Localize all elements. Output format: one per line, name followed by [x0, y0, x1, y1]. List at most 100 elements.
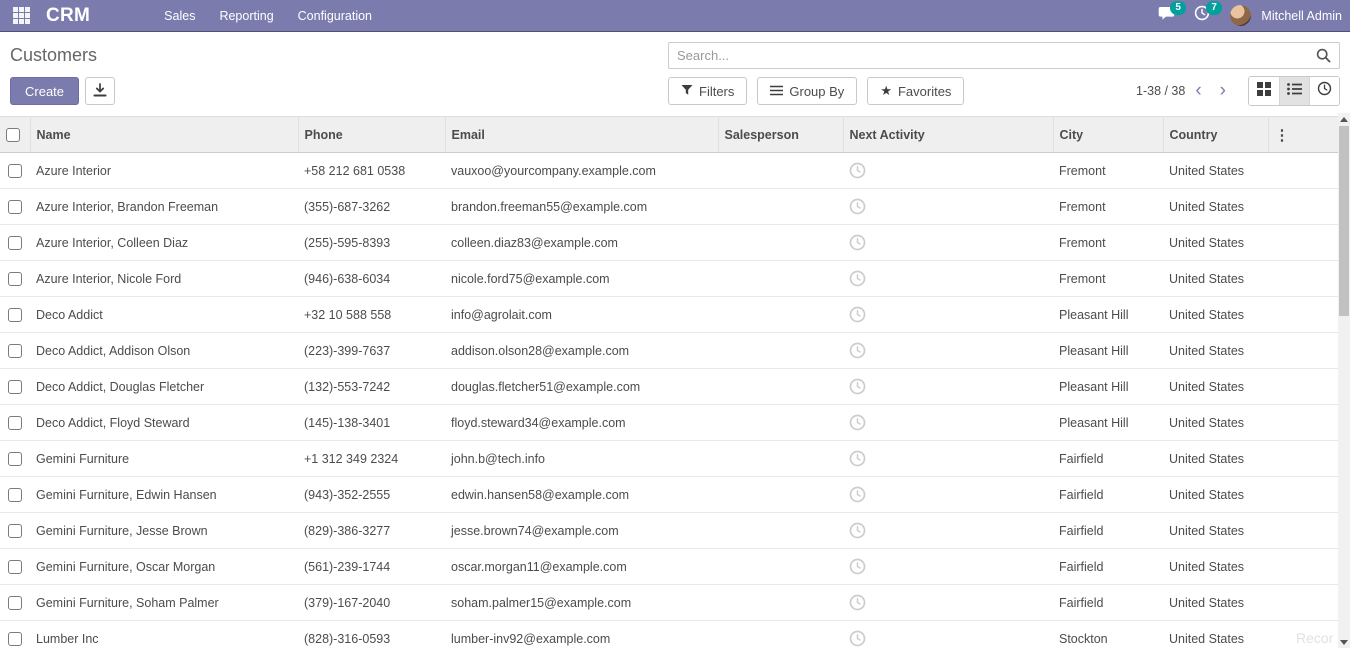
column-header-phone[interactable]: Phone: [298, 117, 445, 153]
group-by-button[interactable]: Group By: [757, 77, 857, 105]
table-row[interactable]: Azure Interior +58 212 681 0538 vauxoo@y…: [0, 153, 1338, 189]
cell-name[interactable]: Gemini Furniture, Soham Palmer: [30, 585, 298, 621]
next-activity-clock-icon[interactable]: [849, 198, 1047, 215]
pager-next-icon[interactable]: ›: [1212, 78, 1234, 104]
next-activity-clock-icon[interactable]: [849, 162, 1047, 179]
table-row[interactable]: Gemini Furniture, Oscar Morgan (561)-239…: [0, 549, 1338, 585]
cell-name[interactable]: Gemini Furniture, Jesse Brown: [30, 513, 298, 549]
row-checkbox[interactable]: [8, 164, 22, 178]
cell-city: Pleasant Hill: [1053, 369, 1163, 405]
export-button[interactable]: [85, 77, 115, 105]
table-row[interactable]: Gemini Furniture, Jesse Brown (829)-386-…: [0, 513, 1338, 549]
cell-email: oscar.morgan11@example.com: [445, 549, 718, 585]
cell-salesperson: [718, 441, 843, 477]
cell-name[interactable]: Azure Interior, Nicole Ford: [30, 261, 298, 297]
cell-salesperson: [718, 189, 843, 225]
row-checkbox[interactable]: [8, 344, 22, 358]
table-row[interactable]: Deco Addict +32 10 588 558 info@agrolait…: [0, 297, 1338, 333]
table-row[interactable]: Lumber Inc (828)-316-0593 lumber-inv92@e…: [0, 621, 1338, 648]
column-header-name[interactable]: Name: [30, 117, 298, 153]
column-header-next-activity[interactable]: Next Activity: [843, 117, 1053, 153]
row-checkbox[interactable]: [8, 488, 22, 502]
table-row[interactable]: Gemini Furniture, Edwin Hansen (943)-352…: [0, 477, 1338, 513]
table-row[interactable]: Deco Addict, Douglas Fletcher (132)-553-…: [0, 369, 1338, 405]
cell-name[interactable]: Azure Interior, Brandon Freeman: [30, 189, 298, 225]
row-checkbox[interactable]: [8, 560, 22, 574]
table-row[interactable]: Deco Addict, Addison Olson (223)-399-763…: [0, 333, 1338, 369]
row-checkbox[interactable]: [8, 632, 22, 646]
table-row[interactable]: Deco Addict, Floyd Steward (145)-138-340…: [0, 405, 1338, 441]
row-checkbox[interactable]: [8, 524, 22, 538]
favorites-button[interactable]: ★ Favorites: [867, 77, 964, 105]
cell-salesperson: [718, 369, 843, 405]
next-activity-clock-icon[interactable]: [849, 378, 1047, 395]
menu-reporting[interactable]: Reporting: [207, 0, 285, 32]
row-checkbox[interactable]: [8, 416, 22, 430]
vertical-scrollbar[interactable]: [1338, 113, 1350, 648]
row-checkbox[interactable]: [8, 380, 22, 394]
column-header-email[interactable]: Email: [445, 117, 718, 153]
cell-name[interactable]: Gemini Furniture, Oscar Morgan: [30, 549, 298, 585]
cell-salesperson: [718, 549, 843, 585]
menu-sales[interactable]: Sales: [152, 0, 207, 32]
next-activity-clock-icon[interactable]: [849, 486, 1047, 503]
scrollbar-thumb[interactable]: [1339, 126, 1349, 316]
cell-email: lumber-inv92@example.com: [445, 621, 718, 648]
user-avatar[interactable]: [1230, 5, 1251, 26]
activities-button[interactable]: 7: [1194, 4, 1220, 28]
next-activity-clock-icon[interactable]: [849, 342, 1047, 359]
next-activity-clock-icon[interactable]: [849, 270, 1047, 287]
row-checkbox[interactable]: [8, 452, 22, 466]
cell-name[interactable]: Azure Interior: [30, 153, 298, 189]
next-activity-clock-icon[interactable]: [849, 450, 1047, 467]
table-row[interactable]: Gemini Furniture, Soham Palmer (379)-167…: [0, 585, 1338, 621]
column-header-city[interactable]: City: [1053, 117, 1163, 153]
menu-configuration[interactable]: Configuration: [286, 0, 384, 32]
scrollbar-down-arrow-icon[interactable]: [1338, 636, 1350, 648]
table-row[interactable]: Azure Interior, Brandon Freeman (355)-68…: [0, 189, 1338, 225]
select-all-checkbox[interactable]: [6, 128, 20, 142]
row-checkbox[interactable]: [8, 308, 22, 322]
next-activity-clock-icon[interactable]: [849, 558, 1047, 575]
next-activity-clock-icon[interactable]: [849, 594, 1047, 611]
optional-columns-icon[interactable]: ⋮: [1268, 117, 1338, 153]
cell-name[interactable]: Azure Interior, Colleen Diaz: [30, 225, 298, 261]
cell-email: nicole.ford75@example.com: [445, 261, 718, 297]
create-button[interactable]: Create: [10, 77, 79, 105]
apps-menu-icon[interactable]: [8, 3, 34, 29]
cell-name[interactable]: Deco Addict, Addison Olson: [30, 333, 298, 369]
messages-button[interactable]: 5: [1158, 4, 1184, 28]
column-header-country[interactable]: Country: [1163, 117, 1268, 153]
cell-name[interactable]: Gemini Furniture, Edwin Hansen: [30, 477, 298, 513]
list-view-button[interactable]: [1279, 77, 1309, 105]
cell-name[interactable]: Lumber Inc: [30, 621, 298, 648]
cell-country: United States: [1163, 153, 1268, 189]
next-activity-clock-icon[interactable]: [849, 234, 1047, 251]
row-checkbox[interactable]: [8, 596, 22, 610]
cell-name[interactable]: Deco Addict, Floyd Steward: [30, 405, 298, 441]
app-brand[interactable]: CRM: [46, 5, 90, 27]
row-checkbox[interactable]: [8, 272, 22, 286]
search-icon[interactable]: [1308, 48, 1339, 63]
filters-button[interactable]: Filters: [668, 77, 747, 105]
user-menu[interactable]: Mitchell Admin: [1261, 9, 1342, 23]
cell-name[interactable]: Deco Addict: [30, 297, 298, 333]
next-activity-clock-icon[interactable]: [849, 306, 1047, 323]
next-activity-clock-icon[interactable]: [849, 630, 1047, 647]
search-input[interactable]: [669, 48, 1308, 63]
table-row[interactable]: Azure Interior, Colleen Diaz (255)-595-8…: [0, 225, 1338, 261]
activity-view-button[interactable]: [1309, 77, 1339, 105]
cell-name[interactable]: Deco Addict, Douglas Fletcher: [30, 369, 298, 405]
next-activity-clock-icon[interactable]: [849, 414, 1047, 431]
cell-name[interactable]: Gemini Furniture: [30, 441, 298, 477]
column-header-salesperson[interactable]: Salesperson: [718, 117, 843, 153]
kanban-view-button[interactable]: [1249, 77, 1279, 105]
pager-previous-icon[interactable]: ‹: [1187, 78, 1209, 104]
table-row[interactable]: Azure Interior, Nicole Ford (946)-638-60…: [0, 261, 1338, 297]
row-checkbox[interactable]: [8, 236, 22, 250]
next-activity-clock-icon[interactable]: [849, 522, 1047, 539]
scrollbar-up-arrow-icon[interactable]: [1338, 113, 1350, 125]
table-row[interactable]: Gemini Furniture +1 312 349 2324 john.b@…: [0, 441, 1338, 477]
row-checkbox[interactable]: [8, 200, 22, 214]
topbar-right: 5 7 Mitchell Admin: [1158, 4, 1342, 28]
